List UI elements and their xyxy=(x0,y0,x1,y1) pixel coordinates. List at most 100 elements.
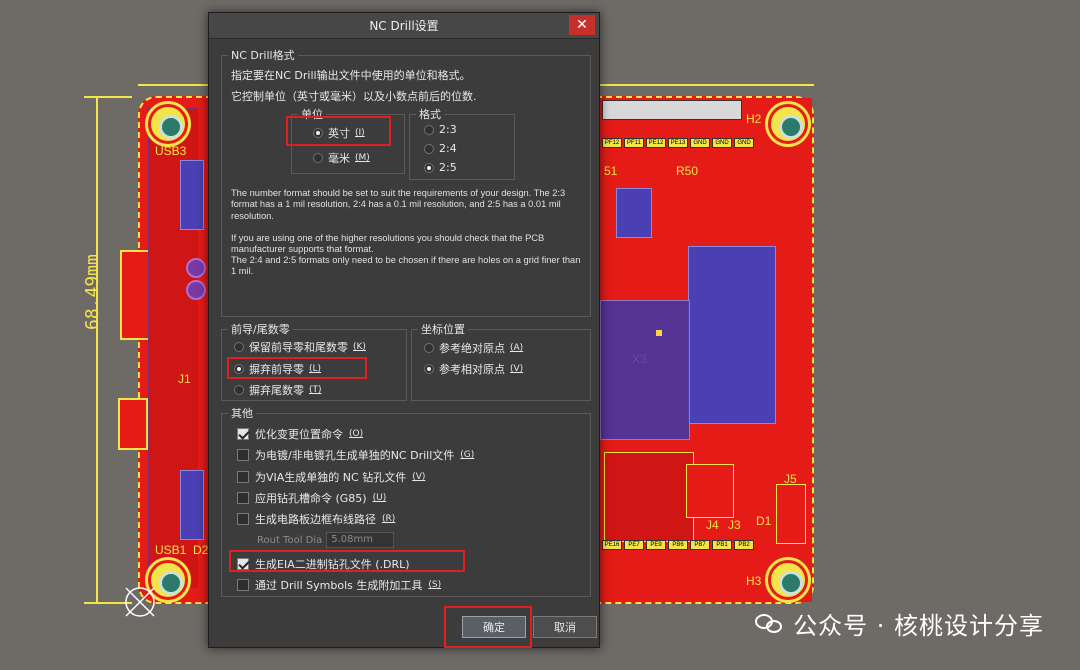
pad-label: PE9 xyxy=(646,540,666,550)
radio-relative-origin[interactable]: 参考相对原点 (V) xyxy=(424,361,523,377)
highlight-box xyxy=(229,550,465,572)
pad-label: PF12 xyxy=(602,138,622,148)
highlight-box xyxy=(444,606,532,648)
pad-label: PB1 xyxy=(712,540,732,550)
radio-mm-label: 毫米 xyxy=(328,152,350,165)
radio-format-2-4[interactable]: 2:4 xyxy=(424,142,457,155)
check-optimize-label: 优化变更位置命令 xyxy=(255,428,343,441)
component xyxy=(616,188,652,238)
shortcut-key: (V) xyxy=(510,364,524,374)
label-d2: D2 xyxy=(193,543,209,557)
rout-tool-dia: Rout Tool Dia 5.08mm xyxy=(257,532,395,548)
pad-label: PF11 xyxy=(624,138,644,148)
pad-label: GND xyxy=(690,138,710,148)
pad-label: PB2 xyxy=(734,540,754,550)
connector-block xyxy=(604,452,694,542)
close-button[interactable]: ✕ xyxy=(569,15,595,35)
shortcut-key: (V) xyxy=(412,472,426,482)
format-group-legend: NC Drill格式 xyxy=(231,49,295,62)
pad-label: PB7 xyxy=(690,540,710,550)
radio-dot xyxy=(234,342,244,352)
check-plated-label: 为电镀/非电镀孔生成单独的NC Drill文件 xyxy=(255,449,455,462)
usb-chip xyxy=(180,470,204,540)
shortcut-key: (A) xyxy=(510,343,524,353)
label-h3: H3 xyxy=(746,574,762,588)
radio-dot xyxy=(424,143,434,154)
header-pins-top xyxy=(602,100,742,120)
label-j1: J1 xyxy=(178,372,191,386)
check-drill-symbols[interactable]: 通过 Drill Symbols 生成附加工具 (S) xyxy=(237,577,441,593)
format-desc-line2: 它控制单位（英寸或毫米）以及小数点前后的位数. xyxy=(231,90,477,103)
radio-format-label: 2:4 xyxy=(439,142,457,155)
radio-format-2-3[interactable]: 2:3 xyxy=(424,123,457,136)
radio-suppress-trailing-label: 摒弃尾数零 xyxy=(249,384,304,397)
radio-dot xyxy=(313,153,323,163)
pad-row-bottom: PE16 PE7 PE9 PB6 PB7 PB1 PB2 xyxy=(602,540,754,550)
radio-keep-zeros-label: 保留前导零和尾数零 xyxy=(249,341,348,354)
header-pins xyxy=(602,100,742,120)
dialog-title: NC Drill设置 xyxy=(369,19,439,33)
dialog-titlebar[interactable]: NC Drill设置 ✕ xyxy=(209,13,599,39)
radio-dot xyxy=(424,343,434,353)
highlight-box xyxy=(286,116,391,146)
rout-tool-label: Rout Tool Dia xyxy=(257,534,323,546)
radio-suppress-trailing[interactable]: 摒弃尾数零 (T) xyxy=(234,382,322,398)
radio-dot xyxy=(424,124,434,135)
dimension-tick-top xyxy=(84,96,132,98)
shortcut-key: (K) xyxy=(353,342,366,352)
pad xyxy=(656,330,662,336)
shortcut-key: (M) xyxy=(355,153,370,163)
label-r51: 51 xyxy=(604,164,618,178)
checkbox xyxy=(237,471,249,483)
radio-keep-zeros[interactable]: 保留前导零和尾数零 (K) xyxy=(234,339,366,355)
wechat-icon xyxy=(755,612,785,636)
mount-hole xyxy=(148,104,188,144)
cancel-button[interactable]: 取消 xyxy=(533,616,597,638)
mcu-chip xyxy=(688,246,776,424)
check-g85[interactable]: 应用钻孔槽命令 (G85) (U) xyxy=(237,490,386,506)
radio-format-label: 2:3 xyxy=(439,123,457,136)
shortcut-key: (G) xyxy=(460,450,475,460)
watermark: 公众号 · 核桃设计分享 xyxy=(755,606,1044,641)
rout-tool-input[interactable]: 5.08mm xyxy=(326,532,395,548)
label-h2: H2 xyxy=(746,112,762,126)
via xyxy=(186,280,206,300)
check-g85-label: 应用钻孔槽命令 (G85) xyxy=(255,492,367,505)
format-help-para1: The number format should be set to suit … xyxy=(231,188,566,221)
radio-format-2-5[interactable]: 2:5 xyxy=(424,161,457,174)
radio-absolute-origin[interactable]: 参考绝对原点 (A) xyxy=(424,340,523,356)
usb-outline xyxy=(120,250,150,340)
j5-block xyxy=(776,484,806,544)
mount-hole xyxy=(768,560,808,600)
checkbox xyxy=(237,513,249,525)
pad-row-top: PF12 PF11 PE12 PE13 GND GND GND xyxy=(602,138,754,148)
close-icon: ✕ xyxy=(576,17,588,33)
shortcut-key: (R) xyxy=(382,514,396,524)
check-optimize[interactable]: 优化变更位置命令 (O) xyxy=(237,426,363,442)
radio-dot xyxy=(424,364,434,374)
checkbox xyxy=(237,449,249,461)
format-option-legend: 格式 xyxy=(419,108,441,121)
check-via[interactable]: 为VIA生成单独的 NC 钻孔文件 (V) xyxy=(237,469,425,485)
pad-label: PE7 xyxy=(624,540,644,550)
zeros-legend: 前导/尾数零 xyxy=(231,323,290,336)
radio-mm[interactable]: 毫米 (M) xyxy=(313,150,370,166)
radio-dot xyxy=(234,385,244,395)
label-d1: D1 xyxy=(756,514,772,528)
check-plated[interactable]: 为电镀/非电镀孔生成单独的NC Drill文件 (G) xyxy=(237,447,474,463)
pad-label: PE13 xyxy=(668,138,688,148)
nc-drill-dialog: NC Drill设置 ✕ NC Drill格式 指定要在NC Drill输出文件… xyxy=(208,12,600,648)
checkbox xyxy=(237,492,249,504)
watermark-text: 公众号 · 核桃设计分享 xyxy=(793,612,1044,640)
pad-label: PE16 xyxy=(602,540,622,550)
shortcut-key: (S) xyxy=(428,580,442,590)
mount-hole xyxy=(768,104,808,144)
label-j3: J3 xyxy=(728,518,741,532)
check-rout[interactable]: 生成电路板边框布线路径 (R) xyxy=(237,511,395,527)
checkbox xyxy=(237,428,249,440)
origin-marker-icon xyxy=(125,587,155,617)
format-desc-line1: 指定要在NC Drill输出文件中使用的单位和格式。 xyxy=(231,69,471,82)
other-legend: 其他 xyxy=(231,407,253,420)
label-usb3: USB3 xyxy=(155,144,187,158)
format-help-para2: If you are using one of the higher resol… xyxy=(231,233,545,255)
